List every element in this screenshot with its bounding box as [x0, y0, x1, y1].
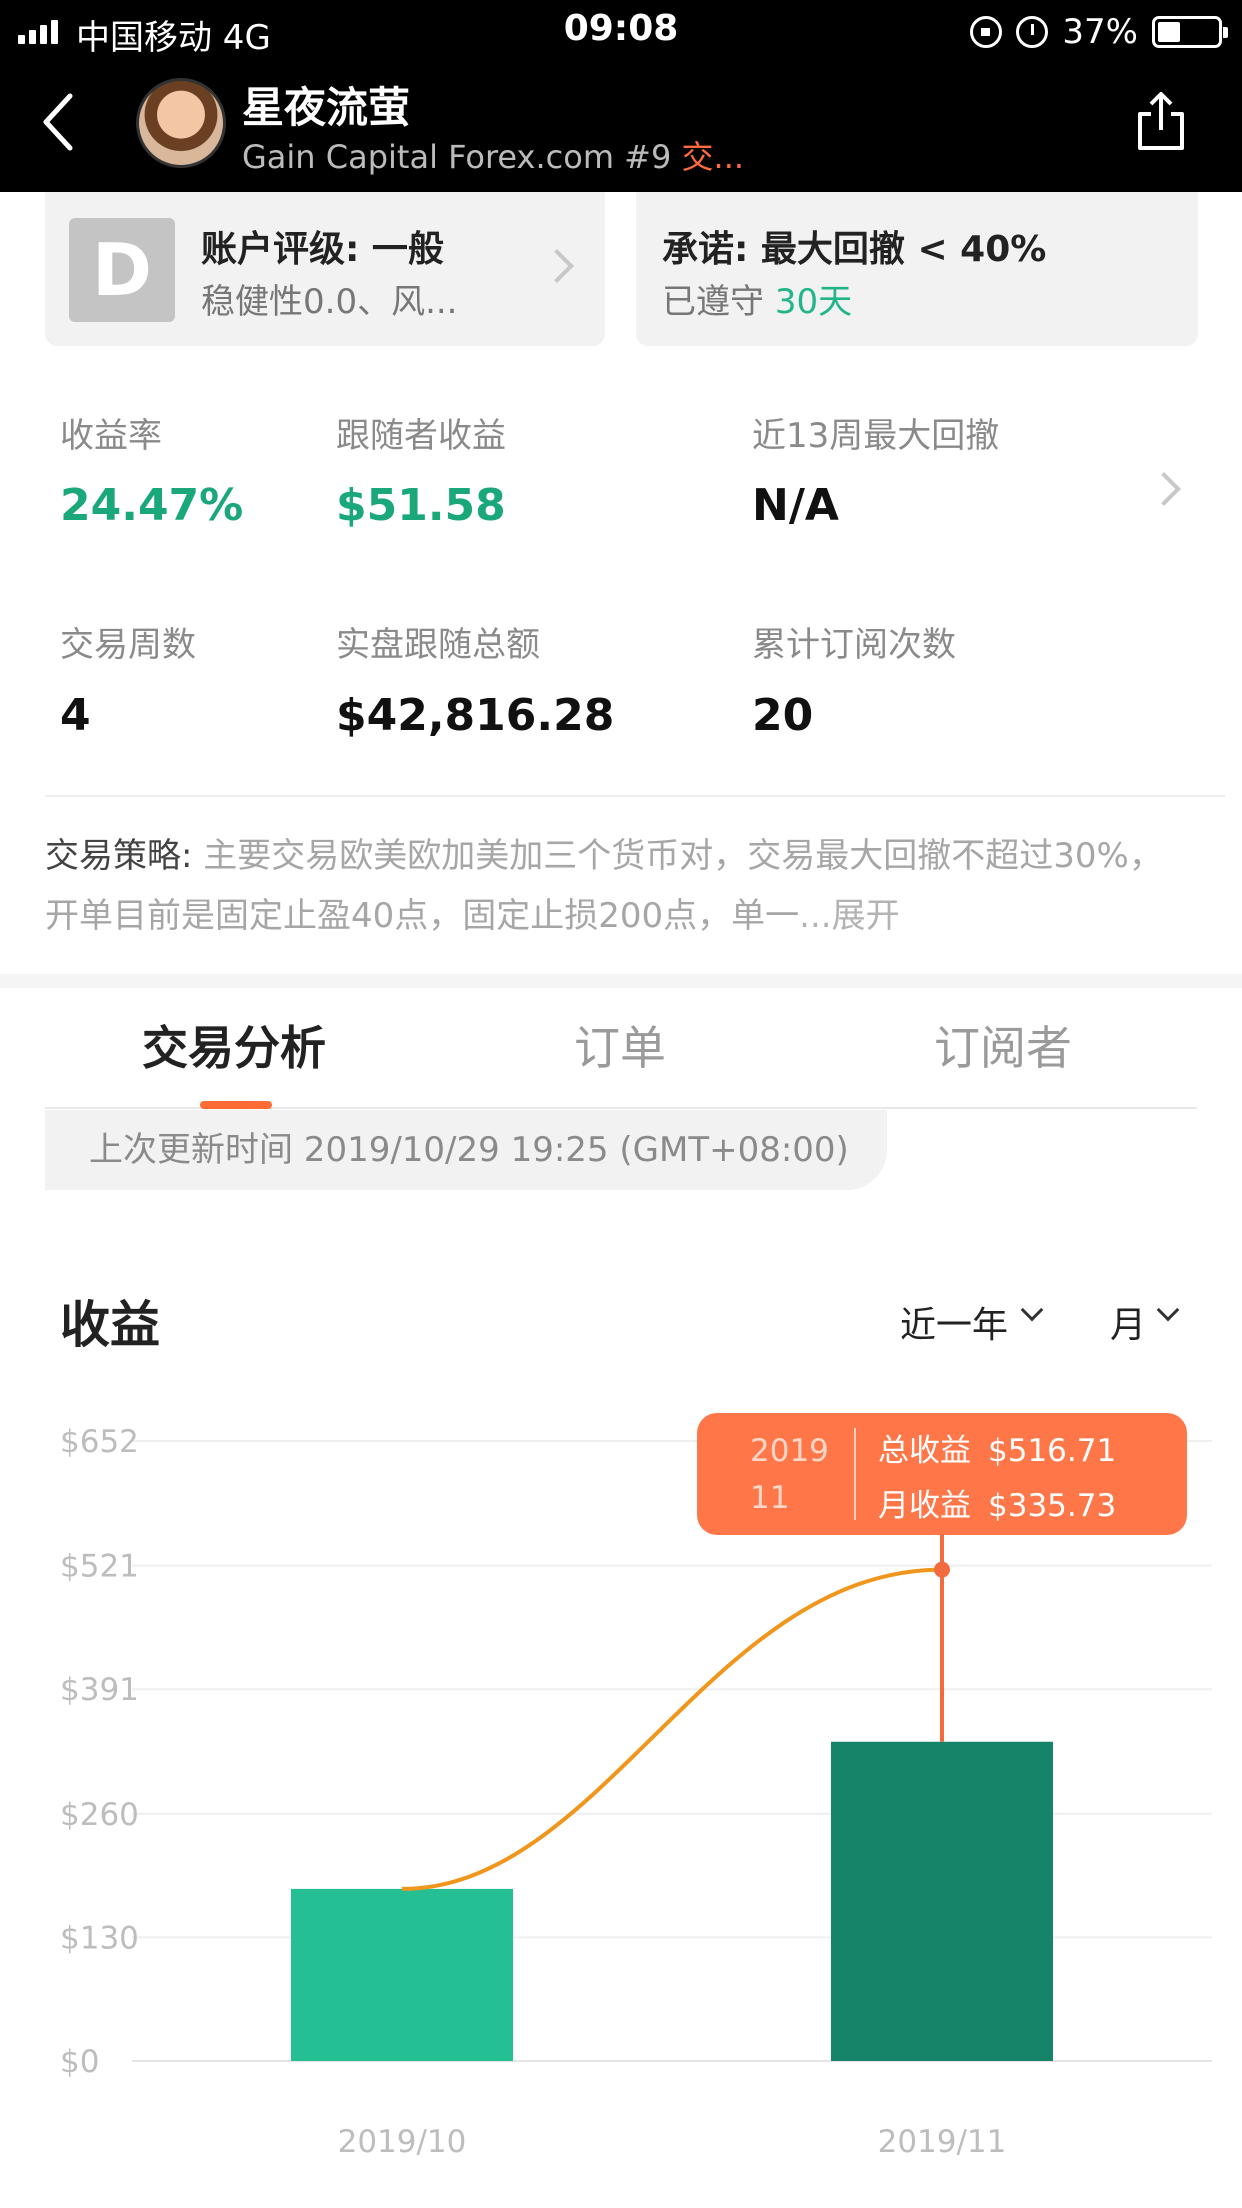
battery-percent: 37%: [1062, 12, 1138, 52]
x-tick-label: 2019/10: [338, 2124, 467, 2160]
tooltip-total-value: $516.71: [988, 1433, 1116, 1469]
avatar[interactable]: [136, 78, 226, 168]
y-tick-label: $652: [60, 1424, 139, 1460]
grade-badge: D: [69, 218, 175, 322]
stat-label-follow-total: 实盘跟随总额: [336, 625, 540, 665]
tooltip-date-year: 2019: [750, 1433, 829, 1469]
status-right: 37%: [970, 12, 1228, 52]
chevron-right-icon: [540, 249, 574, 283]
trader-name: 星夜流萤: [242, 83, 411, 132]
account-rating-card[interactable]: D 账户评级: 一般 稳健性0.0、风...: [45, 192, 605, 346]
share-icon[interactable]: [1134, 90, 1188, 154]
alarm-icon: [1016, 16, 1049, 48]
tab-orders[interactable]: 订单: [574, 1012, 666, 1078]
chart-title: 收益: [60, 1296, 160, 1354]
stat-value-follow-total: $42,816.28: [336, 690, 615, 741]
orientation-lock-icon: [970, 16, 1003, 48]
trader-subtitle: Gain Capital Forex.com #9 交...: [242, 138, 745, 176]
promise-kept: 已遵守 30天: [662, 282, 853, 322]
tooltip-date-month: 11: [750, 1480, 789, 1516]
stat-label-follower-profit: 跟随者收益: [336, 416, 506, 456]
highlight-point: [934, 1561, 950, 1578]
back-chevron-icon[interactable]: [40, 92, 76, 152]
active-tab-indicator: [200, 1101, 272, 1109]
chart-tooltip: 2019 11 总收益 $516.71 月收益 $335.73: [697, 1413, 1187, 1535]
stats-divider: [45, 795, 1225, 797]
bar-2019/11: [831, 1741, 1053, 2061]
rating-title: 账户评级: 一般: [201, 229, 444, 270]
stat-value-return: 24.47%: [60, 480, 244, 531]
promise-title: 承诺: 最大回撤 < 40%: [662, 229, 1047, 270]
y-tick-label: $130: [60, 1920, 139, 1956]
stat-label-max-drawdown: 近13周最大回撤: [752, 416, 1000, 456]
period-chevron-down-icon: [1156, 1298, 1180, 1322]
tab-subscribers[interactable]: 订阅者: [934, 1012, 1072, 1078]
stat-value-weeks: 4: [60, 690, 91, 741]
stats-chevron-right-icon[interactable]: [1147, 472, 1181, 506]
period-dropdown[interactable]: 月: [1110, 1296, 1146, 1348]
last-update-banner: 上次更新时间 2019/10/29 19:25 (GMT+08:00): [45, 1110, 887, 1190]
expand-link: ...展开: [799, 896, 900, 936]
status-bar: 中国移动 4G 09:08 37%: [0, 0, 1242, 62]
earnings-chart[interactable]: $652 $521 $391 $260 $130 $0 2019/10 2019/11 20…: [0, 1400, 1242, 2200]
stat-value-subscriptions: 20: [752, 690, 814, 741]
promise-card: 承诺: 最大回撤 < 40% 已遵守 30天: [636, 192, 1198, 346]
y-tick-label: $391: [60, 1672, 139, 1708]
y-tick-label: $260: [60, 1797, 139, 1833]
range-chevron-down-icon: [1020, 1298, 1044, 1322]
stat-value-max-drawdown: N/A: [752, 480, 839, 531]
strategy-text[interactable]: 交易策略: 主要交易欧美欧加美加三个货币对，交易最大回撤不超过30%，开单目前是…: [45, 826, 1175, 946]
stat-value-follower-profit: $51.58: [336, 480, 506, 531]
y-tick-label: $521: [60, 1549, 139, 1585]
tooltip-monthly-label: 月收益: [878, 1488, 971, 1524]
stat-label-subscriptions: 累计订阅次数: [752, 625, 956, 665]
range-dropdown[interactable]: 近一年: [900, 1296, 1008, 1348]
tooltip-monthly-value: $335.73: [988, 1488, 1116, 1524]
y-tick-label: $0: [60, 2044, 99, 2080]
x-tick-label: 2019/11: [878, 2124, 1007, 2160]
tooltip-total-label: 总收益: [878, 1433, 971, 1469]
stat-label-return: 收益率: [60, 416, 162, 456]
section-separator: [0, 974, 1242, 988]
bar-2019/10: [291, 1888, 513, 2061]
top-bar: 中国移动 4G 09:08 37% 星夜流萤 Gain Capital Fore…: [0, 0, 1242, 192]
rating-subtitle: 稳健性0.0、风...: [201, 282, 458, 322]
tab-trade-analysis[interactable]: 交易分析: [142, 1012, 326, 1078]
stat-label-weeks: 交易周数: [60, 625, 196, 665]
battery-icon: [1152, 16, 1228, 48]
